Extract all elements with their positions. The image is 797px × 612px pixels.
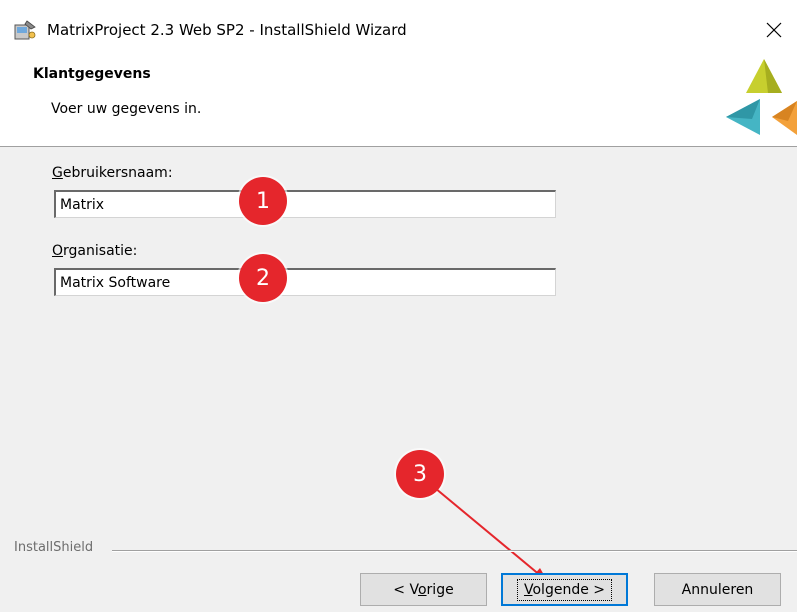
footer-divider <box>112 550 797 552</box>
installshield-logo-icon <box>716 59 797 139</box>
username-field[interactable] <box>54 190 556 218</box>
installshield-brand-label: InstallShield <box>14 540 94 555</box>
annotation-badge-3: 3 <box>396 450 444 498</box>
cancel-button[interactable]: Annuleren <box>654 573 781 606</box>
title-bar: MatrixProject 2.3 Web SP2 - InstallShiel… <box>0 0 797 56</box>
window-title: MatrixProject 2.3 Web SP2 - InstallShiel… <box>47 21 407 39</box>
back-button[interactable]: < Vorige <box>360 573 487 606</box>
organization-field[interactable] <box>54 268 556 296</box>
installer-app-icon <box>13 19 37 41</box>
username-label: Gebruikersnaam: <box>52 165 173 181</box>
close-icon <box>766 22 782 38</box>
organization-label: Organisatie: <box>52 243 138 259</box>
page-subtitle: Voer uw gegevens in. <box>51 101 202 117</box>
annotation-badge-2: 2 <box>239 254 287 302</box>
next-button[interactable]: Volgende > <box>501 573 628 606</box>
close-button[interactable] <box>751 9 797 51</box>
page-title: Klantgegevens <box>33 66 151 82</box>
wizard-header: Klantgegevens Voer uw gegevens in. <box>0 56 797 147</box>
annotation-badge-1: 1 <box>239 177 287 225</box>
